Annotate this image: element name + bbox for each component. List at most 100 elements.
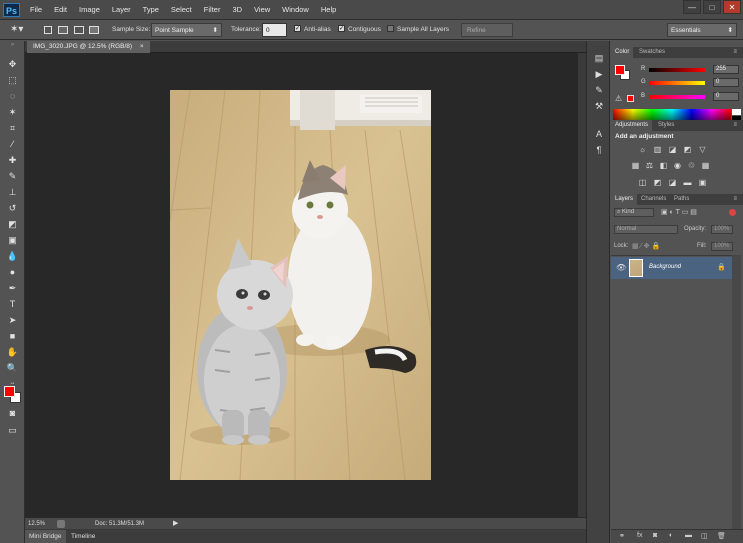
magic-wand-icon[interactable]: ✶▾ xyxy=(10,23,23,37)
warning-icon[interactable]: ⚠ xyxy=(615,94,622,103)
zoom-tool-icon[interactable]: 🔍 xyxy=(6,362,19,375)
play-arrow-icon[interactable]: ▶ xyxy=(173,518,178,530)
zoom-level[interactable]: 12.5% xyxy=(28,518,45,530)
blue-slider[interactable]: B 0 xyxy=(641,92,741,102)
layer-style-icon[interactable]: fx xyxy=(637,532,642,539)
character-panel-icon[interactable]: A xyxy=(593,128,605,140)
eraser-tool-icon[interactable]: ◩ xyxy=(6,218,19,231)
hand-tool-icon[interactable]: ✋ xyxy=(6,346,19,359)
refine-edge-button[interactable]: Refine Edge... xyxy=(461,23,513,48)
layer-filter-select[interactable]: ⌕ Kind xyxy=(614,208,654,217)
add-mask-icon[interactable]: ◙ xyxy=(653,532,657,539)
pen-tool-icon[interactable]: ✒ xyxy=(6,282,19,295)
blue-track[interactable] xyxy=(649,95,705,99)
selective-color-icon[interactable]: ▣ xyxy=(698,178,707,187)
actions-panel-icon[interactable]: ▶ xyxy=(593,68,605,80)
collapse-icon[interactable]: » xyxy=(6,42,19,48)
blur-tool-icon[interactable]: 💧 xyxy=(6,250,19,263)
maximize-button[interactable]: □ xyxy=(703,0,721,14)
brightness-contrast-icon[interactable]: ☼ xyxy=(638,145,647,154)
menu-select[interactable]: Select xyxy=(165,0,198,20)
hue-saturation-icon[interactable]: ▦ xyxy=(631,161,640,170)
invert-icon[interactable]: ◫ xyxy=(638,178,647,187)
tab-adjustments[interactable]: Adjustments xyxy=(611,120,653,131)
red-value[interactable]: 255 xyxy=(713,65,739,74)
black-white-icon[interactable]: ◧ xyxy=(659,161,668,170)
exposure-icon[interactable]: ◩ xyxy=(683,145,692,154)
menu-image[interactable]: Image xyxy=(73,0,106,20)
photo-filter-icon[interactable]: ◉ xyxy=(673,161,682,170)
workspace-select[interactable]: Essentials ⬍ xyxy=(667,23,737,37)
lasso-tool-icon[interactable]: ◌ xyxy=(6,90,19,103)
menu-3d[interactable]: 3D xyxy=(226,0,248,20)
tolerance-input[interactable]: 0 xyxy=(262,23,287,37)
menu-type[interactable]: Type xyxy=(137,0,165,20)
menu-filter[interactable]: Filter xyxy=(198,0,227,20)
green-value[interactable]: 0 xyxy=(713,78,739,87)
lock-icons[interactable]: ▦ ⁄ ✥ 🔒 xyxy=(632,242,660,251)
white-swatch[interactable] xyxy=(732,109,741,115)
delete-layer-icon[interactable]: 🗑 xyxy=(717,532,726,540)
green-track[interactable] xyxy=(649,81,705,85)
path-selection-tool-icon[interactable]: ➤ xyxy=(6,314,19,327)
menu-window[interactable]: Window xyxy=(276,0,315,20)
anti-alias-checkbox[interactable]: ✓ Anti-alias xyxy=(294,23,331,37)
tab-styles[interactable]: Styles xyxy=(654,120,678,131)
opacity-input[interactable]: 100% xyxy=(711,225,733,234)
brush-tool-icon[interactable]: ✎ xyxy=(6,170,19,183)
color-lookup-icon[interactable]: ▦ xyxy=(701,161,710,170)
red-track[interactable] xyxy=(649,68,705,72)
threshold-icon[interactable]: ◪ xyxy=(668,178,677,187)
menu-view[interactable]: View xyxy=(248,0,276,20)
sample-size-select[interactable]: Point Sample ⬍ xyxy=(151,23,222,37)
sample-all-layers-checkbox[interactable]: Sample All Layers xyxy=(387,23,449,37)
blue-value[interactable]: 0 xyxy=(713,92,739,101)
menu-layer[interactable]: Layer xyxy=(106,0,137,20)
brush-presets-icon[interactable]: ✎ xyxy=(593,84,605,96)
screen-mode-icon[interactable]: ▭ xyxy=(6,424,19,437)
rectangle-tool-icon[interactable]: ■ xyxy=(6,330,19,343)
marquee-tool-icon[interactable]: ⬚ xyxy=(6,74,19,87)
add-to-selection-icon[interactable] xyxy=(58,26,68,34)
eye-icon[interactable]: 👁 xyxy=(616,263,626,272)
menu-file[interactable]: File xyxy=(24,0,48,20)
healing-brush-tool-icon[interactable]: ✚ xyxy=(6,154,19,167)
type-tool-icon[interactable]: T xyxy=(6,298,19,311)
menu-help[interactable]: Help xyxy=(315,0,342,20)
history-panel-icon[interactable]: ▤ xyxy=(593,52,605,64)
color-foreground-swatch[interactable] xyxy=(615,65,625,75)
gradient-map-icon[interactable]: ▬ xyxy=(683,178,692,187)
subtract-from-selection-icon[interactable] xyxy=(74,26,84,34)
crop-tool-icon[interactable]: ⌗ xyxy=(6,122,19,135)
vertical-scrollbar[interactable] xyxy=(578,53,586,521)
contiguous-checkbox[interactable]: ✓ Contiguous xyxy=(338,23,381,37)
curves-icon[interactable]: ◪ xyxy=(668,145,677,154)
tool-presets-icon[interactable]: ⚒ xyxy=(593,100,605,112)
levels-icon[interactable]: ▥ xyxy=(653,145,662,154)
panel-menu-icon[interactable]: ≡ xyxy=(729,47,741,58)
red-slider[interactable]: R 255 xyxy=(641,65,741,75)
posterize-icon[interactable]: ◩ xyxy=(653,178,662,187)
document-tab[interactable]: IMG_3020.JPG @ 12.5% (RGB/8) × xyxy=(27,41,150,53)
vibrance-icon[interactable]: ▽ xyxy=(698,145,707,154)
quick-mask-icon[interactable]: ◙ xyxy=(6,407,19,420)
dodge-tool-icon[interactable]: ● xyxy=(6,266,19,279)
close-window-button[interactable]: ✕ xyxy=(723,0,741,14)
green-slider[interactable]: G 0 xyxy=(641,78,741,88)
new-layer-icon[interactable]: ◫ xyxy=(701,532,708,540)
new-group-icon[interactable]: ▬ xyxy=(685,532,692,539)
history-brush-tool-icon[interactable]: ↺ xyxy=(6,202,19,215)
tab-mini-bridge[interactable]: Mini Bridge xyxy=(25,530,66,543)
layer-name[interactable]: Background xyxy=(649,264,681,270)
clone-stamp-tool-icon[interactable]: ⊥ xyxy=(6,186,19,199)
link-layers-icon[interactable]: ⚭ xyxy=(619,532,625,540)
menu-edit[interactable]: Edit xyxy=(48,0,73,20)
close-icon[interactable]: × xyxy=(140,43,144,50)
eyedropper-tool-icon[interactable]: ⁄ xyxy=(6,138,19,151)
filter-icons[interactable]: ▣ ◐ T ▭ ▤ xyxy=(661,208,697,217)
color-balance-icon[interactable]: ⚖ xyxy=(645,161,654,170)
layers-scrollbar[interactable] xyxy=(732,255,741,529)
channel-mixer-icon[interactable]: ♲ xyxy=(687,161,696,170)
tab-color[interactable]: Color xyxy=(611,47,634,58)
panel-menu-icon[interactable]: ≡ xyxy=(729,120,741,131)
